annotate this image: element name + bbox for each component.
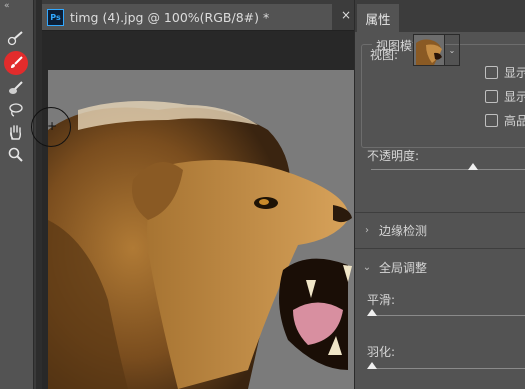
edge-detection-section[interactable]: › 边缘检测 (355, 214, 525, 246)
smooth-slider-track[interactable] (371, 315, 525, 316)
brush-icon (11, 56, 23, 68)
document-window: Ps timg (4).jpg @ 100%(RGB/8#) * × (42, 0, 384, 389)
properties-panel: 属性 视图模式 视图: ⌄ 显示 显示 高品 不透明度: › 边缘检测 ⌄ 全局… (354, 0, 525, 389)
global-refine-section[interactable]: ⌄ 全局调整 (355, 251, 525, 283)
chevron-down-icon: ⌄ (362, 261, 372, 273)
smooth-label: 平滑: (367, 293, 396, 307)
lasso-tool[interactable] (5, 100, 27, 120)
close-tab-button[interactable]: × (338, 4, 354, 26)
edge-detection-label: 边缘检测 (379, 223, 428, 238)
panel-tabbar: 属性 (355, 0, 525, 32)
quick-selection-icon (7, 31, 23, 46)
high-quality-label: 高品 (504, 114, 525, 128)
show-edge-checkbox[interactable] (485, 66, 498, 79)
lion-photo (48, 101, 352, 389)
feather-label: 羽化: (367, 345, 396, 359)
zoom-icon (8, 147, 23, 162)
opacity-slider-thumb[interactable] (468, 163, 478, 170)
eraser-brush-tool[interactable] (5, 78, 27, 98)
lion-thumbnail-icon (416, 39, 442, 65)
collapse-toolbar-button[interactable]: « (4, 1, 9, 11)
show-original-label: 显示 (504, 90, 525, 104)
separator (355, 212, 525, 213)
chevron-down-icon: ⌄ (448, 45, 456, 55)
document-tabbar: Ps timg (4).jpg @ 100%(RGB/8#) * × (42, 0, 354, 31)
high-quality-checkbox[interactable] (485, 114, 498, 127)
opacity-slider-track[interactable] (371, 169, 525, 170)
document-tab[interactable]: Ps timg (4).jpg @ 100%(RGB/8#) * (42, 4, 332, 30)
quick-selection-tool[interactable] (5, 28, 27, 48)
show-original-checkbox[interactable] (485, 90, 498, 103)
hand-tool[interactable] (5, 122, 27, 142)
view-mode-dropdown[interactable]: ⌄ (445, 34, 460, 66)
photoshop-icon: Ps (47, 8, 64, 26)
document-tab-title: timg (4).jpg @ 100%(RGB/8#) * (70, 9, 270, 25)
feather-slider-thumb[interactable] (367, 362, 377, 369)
tools-panel: « (0, 0, 34, 389)
opacity-label: 不透明度: (367, 149, 420, 163)
separator (355, 248, 525, 249)
brush-tool[interactable] (4, 51, 28, 75)
hand-icon (10, 125, 22, 140)
show-edge-label: 显示 (504, 66, 525, 80)
lasso-icon (9, 103, 23, 117)
canvas-image[interactable] (48, 70, 354, 389)
view-thumbnail[interactable] (413, 34, 445, 66)
view-label: 视图: (370, 48, 399, 62)
crosshair-icon: + (47, 119, 58, 133)
global-refine-label: 全局调整 (379, 260, 428, 275)
eraser-brush-icon (9, 81, 23, 94)
smooth-slider-thumb[interactable] (367, 309, 377, 316)
chevron-right-icon: › (365, 224, 369, 236)
tab-properties[interactable]: 属性 (357, 4, 399, 32)
zoom-tool[interactable] (5, 145, 27, 165)
feather-slider-track[interactable] (371, 368, 525, 369)
